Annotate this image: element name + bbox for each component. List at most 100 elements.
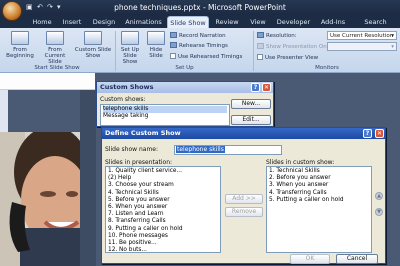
define-custom-show-title: Define Custom Show (105, 129, 181, 137)
show-presentation-on-label: Show Presentation On: (257, 43, 329, 51)
hide-slide-button[interactable]: Hide Slide (145, 31, 167, 63)
slides-in-custom-show-list[interactable]: 1. Technical Skills 2. Before you answer 3… (266, 166, 372, 253)
resolution-value: Use Current Resolution (330, 33, 394, 39)
tab-animations[interactable]: Animations (121, 16, 166, 28)
list-item[interactable]: 4. Transferring Calls (269, 190, 369, 197)
custom-shows-title: Custom Shows (100, 83, 154, 91)
close-icon[interactable]: ✕ (262, 83, 271, 92)
list-item[interactable]: 9. Putting a caller on hold (108, 226, 218, 233)
monitor-icon (257, 32, 264, 38)
list-item[interactable]: 8. Transferring Calls (108, 218, 218, 225)
list-item[interactable]: telephone skills (103, 106, 227, 114)
help-icon[interactable]: ? (363, 129, 372, 138)
list-item[interactable]: 12. No buts... (108, 247, 218, 252)
show-on-text: Show Presentation On: (266, 44, 329, 50)
slide-panel-top (0, 73, 95, 90)
hide-slide-label: Hide Slide (149, 47, 163, 59)
move-up-icon[interactable]: ▲ (375, 192, 383, 200)
start-slide-show-group-label: Start Slide Show (34, 65, 80, 71)
slides-in-presentation-list[interactable]: 1. Quality client service... (2) Help 3. C… (105, 166, 221, 253)
tab-insert[interactable]: Insert (57, 16, 87, 28)
tab-design[interactable]: Design (88, 16, 120, 28)
list-item[interactable]: 3. Choose your stream (108, 182, 218, 189)
list-item[interactable]: 1. Technical Skills (269, 168, 369, 175)
custom-shows-list[interactable]: telephone skills Message taking (100, 104, 230, 126)
list-item[interactable]: 6. When you answer (108, 204, 218, 211)
slideshow-current-icon (46, 31, 64, 45)
add-button[interactable]: Add >> (225, 194, 263, 204)
define-custom-show-dialog: Define Custom Show ? ✕ Slide show name: … (101, 127, 386, 264)
tab-home[interactable]: Home (27, 16, 57, 28)
record-narration-label: Record Narration (179, 33, 226, 39)
presenter-view-label: Use Presenter View (265, 55, 319, 61)
custom-slide-show-label: Custom Slide Show (74, 47, 112, 59)
slideshow-start-icon (11, 31, 29, 45)
list-item[interactable]: 11. Be positive... (108, 240, 218, 247)
close-icon[interactable]: ✕ (375, 129, 384, 138)
list-item[interactable]: 4. Technical Skills (108, 190, 218, 197)
custom-shows-title-bar: Custom Shows ? ✕ (97, 82, 273, 93)
slide-show-name-input[interactable]: telephone skills (174, 145, 282, 155)
custom-shows-list-label: Custom shows: (100, 96, 146, 103)
help-icon[interactable]: ? (251, 83, 260, 92)
record-narration-button[interactable]: Record Narration (170, 32, 226, 40)
from-beginning-label: From Beginning (6, 47, 34, 59)
workspace-edge (80, 90, 96, 266)
chevron-down-icon: ▾ (391, 44, 394, 50)
slides-in-custom-show-label: Slides in custom show: (266, 159, 335, 166)
show-on-dropdown[interactable]: ▾ (327, 42, 397, 51)
list-item[interactable]: 2. Before you answer (269, 175, 369, 182)
use-presenter-view-checkbox[interactable]: Use Presenter View (257, 54, 318, 62)
set-up-group-label: Set Up (175, 65, 194, 71)
use-rehearsed-timings-label: Use Rehearsed Timings (178, 54, 243, 60)
microphone-icon (170, 32, 177, 38)
use-rehearsed-timings-checkbox[interactable]: Use Rehearsed Timings (170, 53, 242, 61)
setup-icon (121, 31, 139, 45)
slide-photo (0, 132, 90, 266)
rehearse-timings-label: Rehearse Timings (179, 43, 228, 49)
from-beginning-button[interactable]: From Beginning (3, 31, 37, 63)
tab-developer[interactable]: Developer (272, 16, 315, 28)
cancel-button[interactable]: Cancel (336, 254, 378, 264)
new-button[interactable]: New... (231, 99, 271, 109)
list-item[interactable]: Message taking (103, 113, 227, 120)
ribbon: From Beginning From Current Slide Custom… (0, 28, 400, 73)
rehearse-timings-button[interactable]: Rehearse Timings (170, 42, 228, 50)
checkbox-icon (170, 53, 176, 59)
clock-icon (170, 42, 177, 48)
custom-show-icon (84, 31, 102, 45)
list-item[interactable]: 5. Before you answer (108, 197, 218, 204)
tab-slide-show[interactable]: Slide Show (167, 16, 209, 28)
set-up-label: Set Up Slide Show (120, 47, 140, 65)
list-item[interactable]: 3. When you answer (269, 182, 369, 189)
list-item[interactable]: 7. Listen and Learn (108, 211, 218, 218)
define-custom-show-title-bar: Define Custom Show ? ✕ (102, 128, 385, 139)
monitors-group-label: Monitors (315, 65, 339, 71)
office-button[interactable] (2, 1, 22, 21)
set-up-slide-show-button[interactable]: Set Up Slide Show (118, 31, 142, 65)
custom-slide-show-button[interactable]: Custom Slide Show (74, 31, 112, 63)
list-item[interactable]: 5. Putting a caller on hold (269, 197, 369, 204)
slides-in-presentation-label: Slides in presentation: (105, 159, 173, 166)
resolution-text: Resolution: (266, 33, 297, 39)
move-down-icon[interactable]: ▼ (375, 208, 383, 216)
list-item[interactable]: 1. Quality client service... (108, 168, 218, 175)
edit-button[interactable]: Edit... (231, 115, 271, 125)
from-current-slide-button[interactable]: From Current Slide (38, 31, 72, 65)
list-item[interactable]: (2) Help (108, 175, 218, 182)
tab-add-ins[interactable]: Add-Ins (316, 16, 350, 28)
ribbon-tab-row: Home Insert Design Animations Slide Show… (0, 15, 400, 38)
tab-review[interactable]: Review (211, 16, 243, 28)
slide-show-name-value: telephone skills (176, 146, 225, 153)
custom-shows-dialog: Custom Shows ? ✕ Custom shows: telephone… (96, 81, 274, 127)
tab-view[interactable]: View (244, 16, 272, 28)
group-separator (115, 31, 116, 71)
window-title: phone techniques.pptx - Microsoft PowerP… (114, 3, 286, 12)
checkbox-icon (257, 54, 263, 60)
list-item[interactable]: 10. Phone messages (108, 233, 218, 240)
resolution-dropdown[interactable]: Use Current Resolution ▾ (327, 31, 397, 40)
tab-search-commands[interactable]: Search Command (351, 16, 400, 38)
hide-slide-icon (147, 31, 165, 45)
ok-button[interactable]: OK (290, 254, 330, 264)
remove-button[interactable]: Remove (225, 207, 263, 217)
